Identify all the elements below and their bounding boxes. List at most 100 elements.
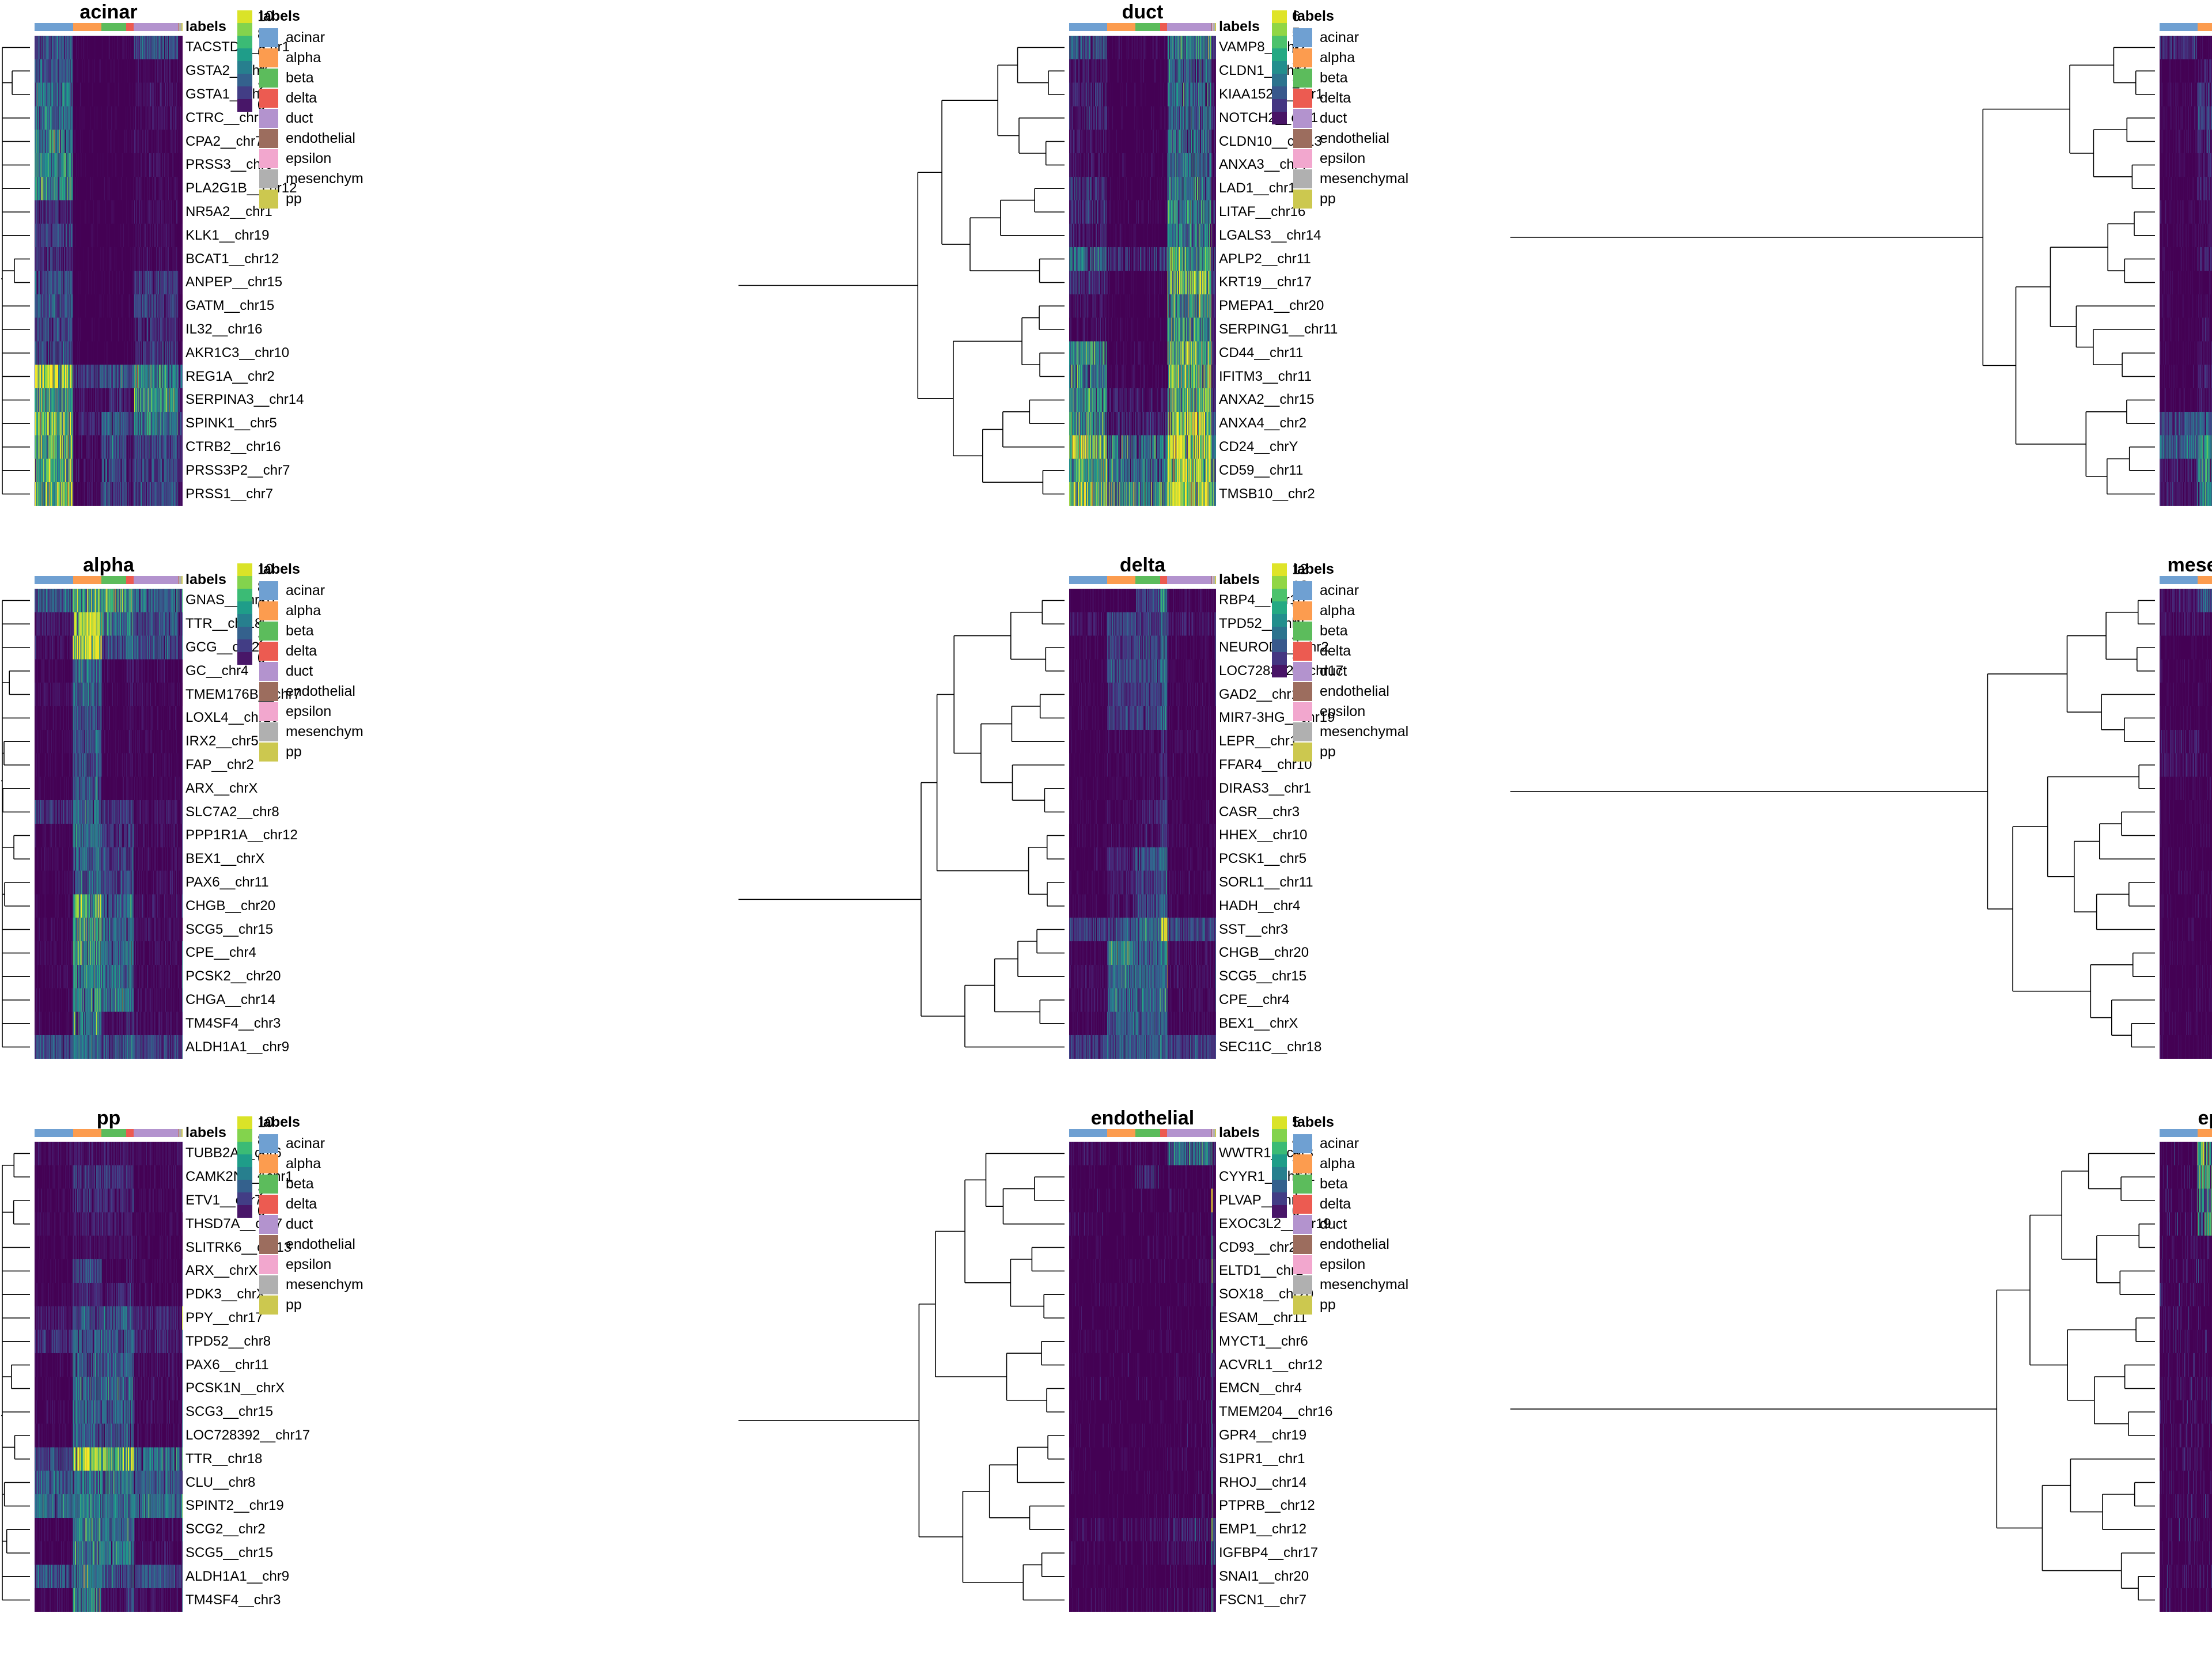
row-label: SCG5__chr15 — [185, 1544, 274, 1560]
heatmap-matrix — [35, 1142, 183, 1612]
legend-swatch-mesenchymal — [1293, 1275, 1312, 1294]
legend-swatch-duct — [1293, 662, 1312, 681]
legend-swatch-delta — [1293, 89, 1312, 108]
legend-item-alpha: alpha — [1293, 48, 1408, 68]
legend-label: duct — [286, 663, 313, 679]
column-annotation-bar — [1069, 576, 1216, 584]
annotation-segment-alpha — [2197, 1129, 2212, 1137]
annotation-segment-duct — [1167, 576, 1211, 584]
heatmap-matrix — [35, 36, 183, 506]
legend-item-mesenchymal: mesenchym — [259, 722, 363, 742]
legend-item-endothelial: endothelial — [259, 128, 363, 149]
legend-item-endothelial: endothelial — [1293, 1234, 1408, 1255]
colorbar-step — [237, 86, 252, 99]
legend-swatch-mesenchymal — [259, 1275, 278, 1294]
legend-label: endothelial — [286, 1236, 355, 1252]
colorbar-step — [1272, 563, 1287, 576]
legend-label: endothelial — [286, 683, 355, 699]
panel-title: pp — [96, 1107, 121, 1129]
row-label: APLP2__chr11 — [1219, 251, 1311, 267]
legend-item-acinar: acinar — [1293, 28, 1408, 48]
legend-item-mesenchymal: mesenchym — [259, 1275, 363, 1295]
panel-title: beta — [2160, 1, 2212, 24]
legend-label: mesenchymal — [1320, 171, 1409, 187]
colorbar: 0246810 — [237, 562, 274, 666]
heatmap-panel-epsilon: epsilonlabelsCELF3__chr1CAMK2B__chr7CDK5… — [1509, 1106, 2212, 1659]
legend-swatch-pp — [259, 1296, 278, 1315]
legend-label: endothelial — [1320, 683, 1389, 699]
legend-swatch-delta — [1293, 642, 1312, 661]
annotation-bar-label: labels — [185, 18, 226, 35]
row-label: TMEM204__chr16 — [1219, 1404, 1333, 1420]
legend-swatch-mesenchymal — [1293, 169, 1312, 188]
legend-item-duct: duct — [1293, 661, 1408, 681]
annotation-segment-duct — [1167, 23, 1211, 31]
legend-swatch-beta — [1293, 1175, 1312, 1194]
legend-swatch-acinar — [259, 1134, 278, 1153]
row-label: SCG5__chr15 — [185, 921, 274, 937]
legend-swatch-alpha — [259, 601, 278, 620]
colorbar-step — [1272, 36, 1287, 48]
legend-label: alpha — [286, 1156, 321, 1172]
colorbar-step — [1272, 99, 1287, 112]
heatmap-panel-acinar: acinarlabelsTACSTD2__chr1GSTA2__chr6GSTA… — [0, 0, 737, 553]
annotation-segment-acinar — [35, 1129, 73, 1137]
legend-label: epsilon — [286, 1256, 332, 1272]
category-legend: labels acinar alpha beta delta duct endothelia… — [259, 562, 363, 762]
annotation-segment-pp — [1214, 576, 1216, 584]
legend-swatch-acinar — [259, 28, 278, 47]
legend-label: delta — [286, 1196, 317, 1212]
annotation-segment-alpha — [73, 1129, 102, 1137]
legend-label: alpha — [1320, 1156, 1355, 1172]
column-annotation-bar — [35, 23, 183, 31]
legend-item-endothelial: endothelial — [259, 1234, 363, 1255]
legend-item-pp: pp — [1293, 1295, 1408, 1315]
annotation-segment-beta — [1135, 23, 1161, 31]
legend-swatch-delta — [259, 1195, 278, 1214]
legend-item-delta: delta — [259, 641, 363, 661]
row-label: IGFBP4__chr17 — [1219, 1544, 1319, 1560]
legend-item-pp: pp — [259, 189, 363, 209]
legend-swatch-alpha — [1293, 1154, 1312, 1173]
row-label: ANPEP__chr15 — [185, 274, 283, 290]
legend-swatch-endothelial — [259, 129, 278, 148]
legend-swatch-endothelial — [259, 682, 278, 701]
legend-swatch-epsilon — [259, 702, 278, 721]
legend-item-beta: beta — [259, 621, 363, 641]
legend-item-mesenchymal: mesenchymal — [1293, 722, 1408, 742]
category-legend: labels acinar alpha beta delta duct endothelia… — [259, 9, 363, 209]
annotation-segment-beta — [1135, 576, 1161, 584]
row-label: EMCN__chr4 — [1219, 1380, 1302, 1396]
figure-panel-grid: acinarlabelsTACSTD2__chr1GSTA2__chr6GSTA… — [0, 0, 2212, 1659]
legend-label: pp — [1320, 1297, 1336, 1313]
row-label: SPINT2__chr19 — [185, 1498, 284, 1514]
panel-title: alpha — [83, 554, 134, 576]
colorbar-step — [1272, 639, 1287, 652]
row-label: IFITM3__chr11 — [1219, 368, 1312, 384]
heatmap-matrix — [2160, 589, 2212, 1059]
row-label: CPE__chr4 — [185, 945, 256, 961]
legend-item-mesenchymal: mesenchym — [259, 169, 363, 189]
row-label: KLK1__chr19 — [185, 227, 270, 243]
colorbar-step — [1272, 23, 1287, 36]
row-label: GPR4__chr19 — [1219, 1427, 1307, 1443]
row-label: CD24__chrY — [1219, 438, 1298, 454]
legend-title: labels — [1293, 8, 1334, 24]
legend-item-duct: duct — [259, 661, 363, 681]
legend-label: delta — [286, 643, 317, 659]
legend-label: beta — [1320, 1176, 1348, 1192]
row-label: CHGA__chr14 — [185, 991, 276, 1007]
legend-title: labels — [1293, 561, 1334, 577]
annotation-segment-alpha — [1107, 576, 1136, 584]
colorbar-step — [1272, 614, 1287, 627]
annotation-segment-acinar — [2160, 1129, 2198, 1137]
legend-label: acinar — [1320, 29, 1359, 46]
colorbar-step — [1272, 1154, 1287, 1167]
colorbar-step — [237, 639, 252, 652]
legend-swatch-duct — [259, 1215, 278, 1234]
legend-swatch-acinar — [259, 581, 278, 600]
row-label: SST__chr3 — [1219, 921, 1289, 937]
colorbar-step — [1272, 1192, 1287, 1205]
annotation-bar-label: labels — [185, 571, 226, 588]
legend-label: alpha — [286, 50, 321, 66]
